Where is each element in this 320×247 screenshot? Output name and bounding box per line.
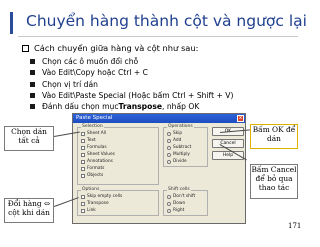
bullet-text: Vào Edit\Paste Special (Hoặc bấm Ctrl + …	[42, 91, 234, 101]
checkbox-icon	[81, 159, 85, 164]
radio-icon	[167, 131, 171, 136]
bullet-item: Chọn các ô muốn đổi chỗ	[30, 56, 233, 67]
bullet-text-bold: Transpose	[118, 102, 162, 112]
operations-group: Operations Skip Add Subtract Multiply Di…	[163, 124, 208, 167]
heading-item: Cách chuyển giữa hàng và cột như sau:	[22, 43, 198, 53]
option-skip[interactable]: Skip	[167, 131, 182, 136]
radio-icon	[167, 208, 171, 213]
option-label: Sheet All	[87, 131, 107, 136]
bullet-item: Vào Edit\Copy hoặc Ctrl + C	[30, 67, 233, 78]
title-accent-bar	[10, 12, 13, 34]
option-label: Subtract	[173, 145, 192, 150]
checkbox-icon	[81, 208, 85, 213]
option-annotations[interactable]: Annotations	[81, 159, 113, 164]
paste-special-dialog: Paste Special x Selection Sheet All Text…	[72, 113, 246, 224]
option-label: Text	[87, 138, 96, 143]
bullet-list: Chọn các ô muốn đổi chỗ Vào Edit\Copy ho…	[30, 56, 233, 112]
heading-text: Cách chuyển giữa hàng và cột như sau:	[34, 43, 199, 53]
hollow-square-bullet-icon	[22, 44, 29, 52]
option-label: Objects	[87, 173, 104, 178]
option-label: Formats	[87, 166, 105, 171]
dialog-title: Paste Special	[76, 115, 113, 121]
checkbox-icon	[81, 152, 85, 157]
bullet-item: Đánh dấu chọn mục Transpose, nhấp OK	[30, 101, 233, 112]
option-right[interactable]: Right	[167, 208, 184, 213]
radio-icon	[167, 201, 171, 206]
checkbox-icon	[81, 194, 85, 199]
callout-select-all: Chọn dán tất cả	[4, 126, 54, 151]
bullet-text: Vào Edit\Copy hoặc Ctrl + C	[42, 68, 148, 78]
bullet-text-after: , nhấp OK	[162, 102, 200, 112]
option-label: Skip	[173, 131, 183, 136]
square-bullet-icon	[30, 104, 35, 110]
bullet-item: Chọn vị trí dán	[30, 79, 233, 90]
square-bullet-icon	[30, 59, 35, 65]
checkbox-icon	[81, 145, 85, 150]
option-label: Down	[173, 201, 186, 206]
bullet-text-before: Đánh dấu chọn mục	[42, 102, 119, 112]
option-sheet-all[interactable]: Sheet All	[81, 131, 106, 136]
close-icon[interactable]: x	[237, 115, 244, 122]
radio-icon	[167, 194, 171, 199]
option-text[interactable]: Text	[81, 138, 96, 143]
checkbox-icon	[81, 131, 85, 136]
checkbox-icon	[81, 166, 85, 171]
option-label: Right	[173, 208, 185, 213]
checkbox-icon	[81, 201, 85, 206]
option-skip-empty-cells[interactable]: Skip empty cells	[81, 194, 122, 199]
checkbox-icon	[81, 138, 85, 143]
cancel-button[interactable]: Cancel	[212, 139, 244, 148]
square-bullet-icon	[30, 70, 35, 76]
title-divider	[18, 36, 298, 37]
option-divide[interactable]: Divide	[167, 159, 187, 164]
option-label: Divide	[173, 159, 187, 164]
square-bullet-icon	[30, 81, 35, 87]
group-label: Shift cells	[167, 187, 191, 192]
radio-icon	[167, 152, 171, 157]
option-label: Transpose	[87, 201, 109, 206]
callout-transpose: Đổi hàng ⇔ cột khi dán	[4, 198, 54, 223]
callout-ok: Bấm OK để dán	[250, 124, 298, 149]
options-group: Options Skip empty cells Transpose Link	[77, 187, 159, 216]
option-down[interactable]: Down	[167, 201, 185, 206]
option-label: Link	[87, 208, 96, 213]
slide: Chuyển hàng thành cột và ngược lại Cách …	[0, 0, 320, 247]
option-multiply[interactable]: Multiply	[167, 152, 190, 157]
option-label: Skip empty cells	[87, 194, 123, 199]
option-label: Formulas	[87, 145, 107, 150]
option-transpose[interactable]: Transpose	[81, 201, 109, 206]
option-label: Annotations	[87, 159, 113, 164]
slide-title: Chuyển hàng thành cột và ngược lại	[26, 12, 307, 30]
group-label: Options	[81, 187, 101, 192]
option-label: Add	[173, 138, 182, 143]
shift-cells-group: Shift cells Don't shift Down Right	[163, 187, 208, 216]
group-label: Selection	[81, 124, 104, 129]
option-objects[interactable]: Objects	[81, 173, 103, 178]
dialog-title-bar: Paste Special x	[73, 114, 245, 123]
option-label: Don't shift	[173, 194, 196, 199]
option-subtract[interactable]: Subtract	[167, 145, 191, 150]
option-label: Sheet Values	[87, 152, 115, 157]
callout-cancel: Bấm Cancel để bỏ qua thao tác	[250, 164, 298, 199]
bullet-text: Chọn các ô muốn đổi chỗ	[42, 57, 139, 67]
option-formulas[interactable]: Formulas	[81, 145, 107, 150]
selection-group: Selection Sheet All Text Formulas Sheet …	[77, 124, 159, 185]
bullet-text: Chọn vị trí dán	[42, 79, 98, 89]
page-number: 171	[288, 222, 302, 230]
option-dont-shift[interactable]: Don't shift	[167, 194, 195, 199]
checkbox-icon	[81, 173, 85, 178]
square-bullet-icon	[30, 93, 35, 99]
radio-icon	[167, 159, 171, 164]
radio-icon	[167, 145, 171, 150]
bullet-item: Vào Edit\Paste Special (Hoặc bấm Ctrl + …	[30, 90, 233, 101]
group-label: Operations	[167, 124, 194, 129]
option-formats[interactable]: Formats	[81, 166, 104, 171]
option-label: Multiply	[173, 152, 190, 157]
option-link[interactable]: Link	[81, 208, 96, 213]
option-sheet-values[interactable]: Sheet Values	[81, 152, 115, 157]
option-add[interactable]: Add	[167, 138, 181, 143]
radio-icon	[167, 138, 171, 143]
